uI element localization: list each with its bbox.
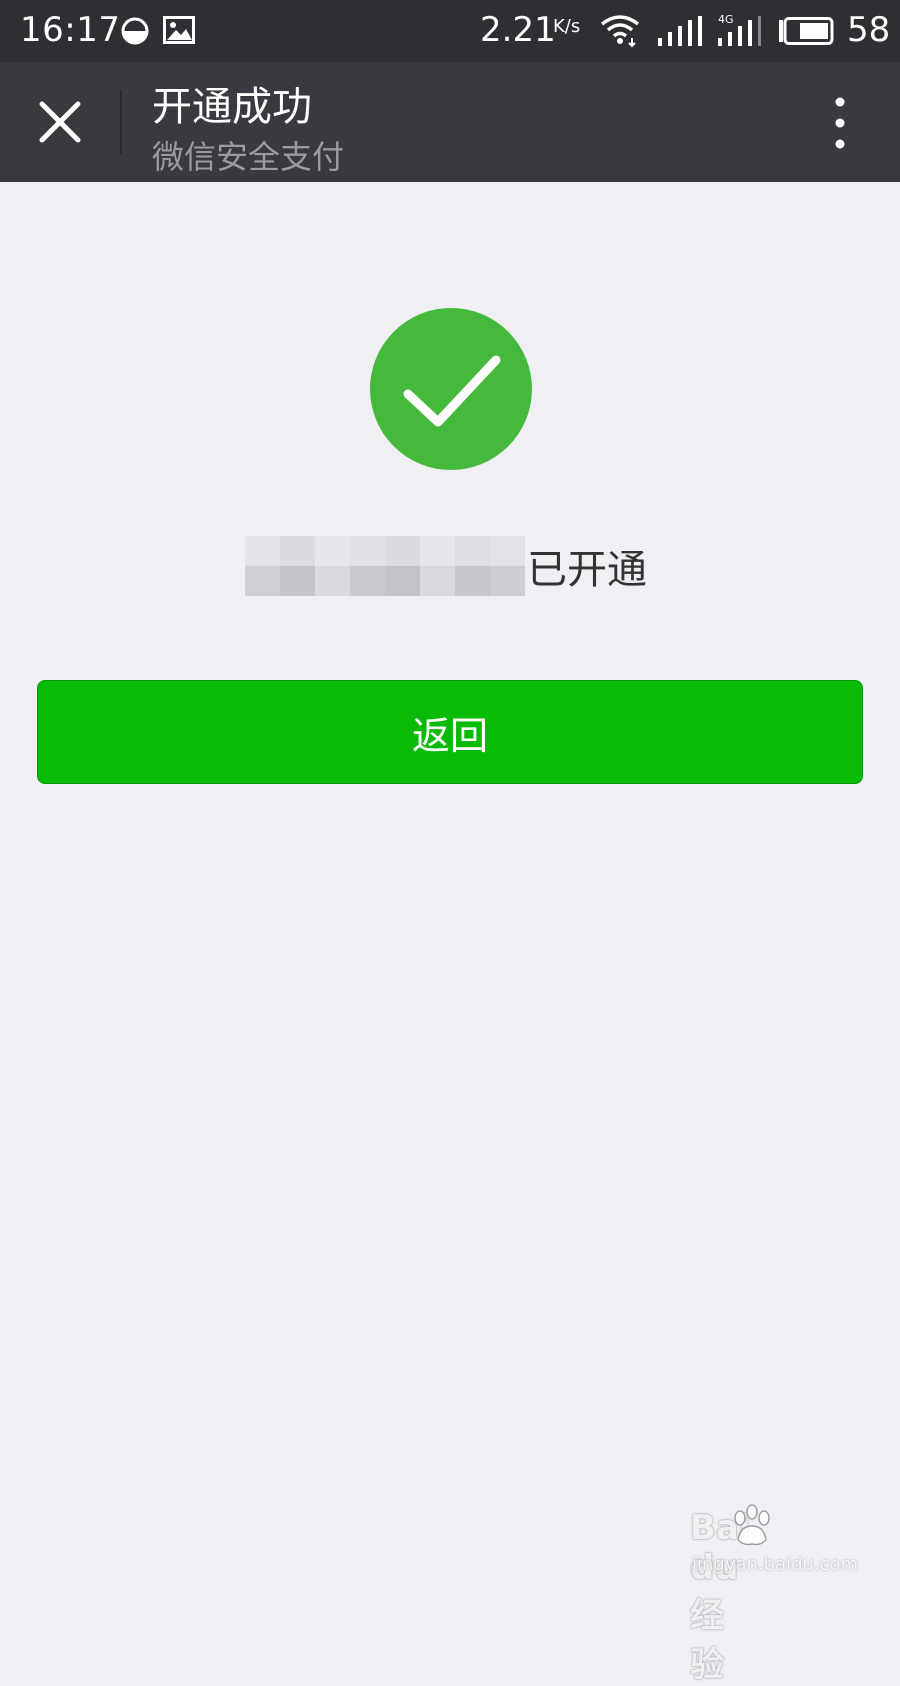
nav-divider: [120, 90, 122, 154]
data-saver-icon: [121, 17, 149, 45]
baidu-paw-icon: [734, 1504, 770, 1546]
result-message: 已开通: [245, 536, 647, 596]
navigation-bar: 开通成功 微信安全支付: [0, 62, 900, 182]
redacted-service-name: [245, 536, 525, 596]
success-checkmark-icon: [370, 308, 532, 470]
signal-4g-icon: 4G: [718, 13, 761, 46]
status-time: 16:17: [20, 10, 121, 50]
battery-icon: [779, 17, 834, 45]
watermark-url: jingyan.baidu.com: [692, 1554, 859, 1575]
return-button-label: 返回: [411, 713, 488, 758]
image-notification-icon: [163, 16, 195, 44]
network-speed-unit: K/s: [553, 16, 581, 37]
page-subtitle: 微信安全支付: [152, 138, 345, 176]
wifi-icon: [600, 15, 640, 48]
close-icon[interactable]: [36, 98, 84, 146]
result-status-text: 已开通: [527, 547, 647, 593]
page-title: 开通成功: [152, 84, 312, 130]
signal-strength-icon: [658, 16, 702, 46]
network-speed: 2.21: [480, 10, 556, 50]
svg-text:4G: 4G: [718, 13, 734, 26]
return-button[interactable]: 返回: [37, 680, 863, 784]
battery-percentage: 58: [847, 10, 891, 50]
more-options-icon[interactable]: [820, 96, 860, 150]
status-bar: 16:17 2.21 K/s 4G 58: [0, 0, 900, 62]
